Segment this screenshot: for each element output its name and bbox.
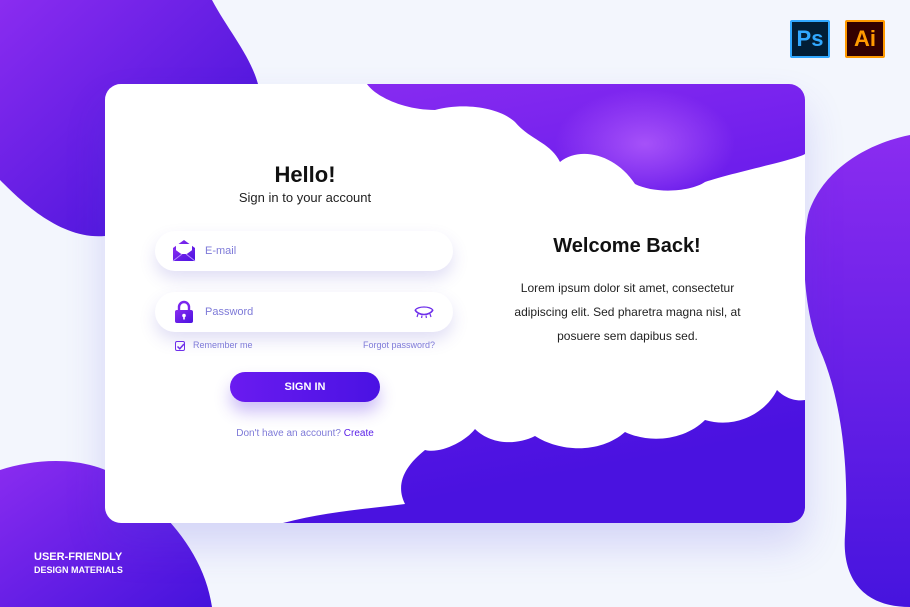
checkbox-check-icon: [176, 343, 185, 350]
background-blob-right: [804, 135, 910, 607]
login-title: Hello!: [274, 162, 336, 187]
welcome-text: Lorem ipsum dolor sit amet, consectetur …: [514, 281, 741, 343]
password-field[interactable]: Password: [155, 292, 453, 332]
footer-line-1: USER-FRIENDLY: [34, 551, 123, 563]
padlock-icon: [175, 300, 193, 323]
footer-line-2: DESIGN MATERIALS: [34, 565, 123, 575]
email-field[interactable]: E-mail: [155, 231, 453, 271]
welcome-title: Welcome Back!: [553, 235, 701, 257]
envelope-icon: [172, 240, 196, 262]
create-account-link[interactable]: Create: [344, 428, 374, 439]
no-account-text: Don't have an account?: [236, 428, 341, 439]
remember-label[interactable]: Remember me: [193, 340, 253, 350]
login-options: Remember me Forgot password?: [175, 340, 435, 354]
password-placeholder: Password: [205, 306, 254, 318]
remember-checkbox[interactable]: [175, 341, 185, 351]
eye-closed-icon[interactable]: [413, 305, 435, 319]
illustrator-badge: Ai: [845, 20, 885, 58]
photoshop-badge: Ps: [790, 20, 830, 58]
sign-in-button[interactable]: SIGN IN: [230, 372, 380, 402]
email-placeholder: E-mail: [205, 245, 237, 257]
signup-prompt: Don't have an account? Create: [155, 428, 455, 439]
footer-caption: USER-FRIENDLY DESIGN MATERIALS: [34, 551, 123, 575]
login-card: Hello! Sign in to your account E-mail Pa…: [105, 84, 805, 523]
login-subtitle: Sign in to your account: [238, 190, 372, 205]
forgot-password-link[interactable]: Forgot password?: [363, 340, 435, 350]
